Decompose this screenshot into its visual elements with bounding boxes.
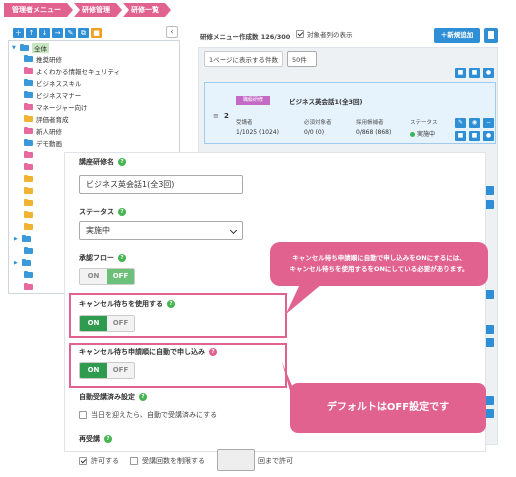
- callout-line: キャンセル待ち申請順に自動で申し込みをONにするには、: [292, 254, 466, 262]
- default-off-callout: デフォルトはOFF設定です: [290, 383, 486, 433]
- callout-line: キャンセル待ちを使用するをONにしている必要があります。: [289, 265, 469, 273]
- callout-tail: [286, 284, 322, 314]
- waitlist-requirement-callout: キャンセル待ち申請順に自動で申し込みをONにするには、 キャンセル待ちを使用する…: [270, 242, 488, 286]
